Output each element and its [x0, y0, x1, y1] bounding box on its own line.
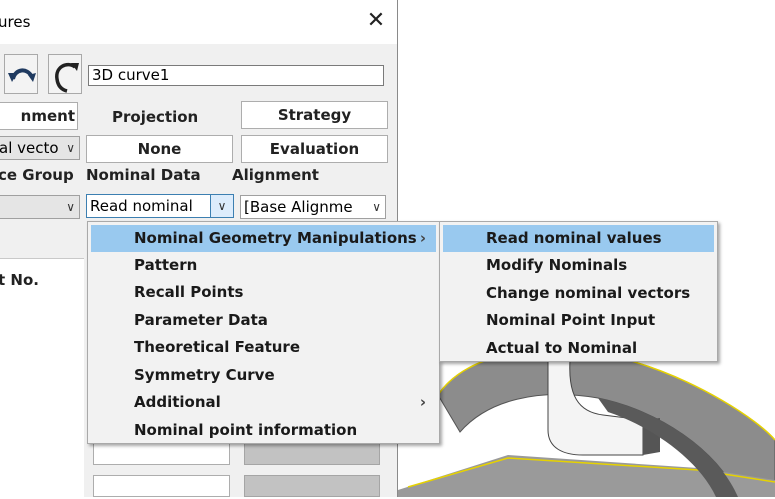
menu-item-label: Theoretical Feature	[134, 338, 301, 356]
menu-item-label: Modify Nominals	[486, 256, 628, 274]
reference-group-combo[interactable]: ∨	[0, 195, 80, 219]
feature-name-input[interactable]: 3D curve1	[88, 65, 384, 86]
menu-item-label: Change nominal vectors	[486, 284, 691, 302]
redo-icon	[55, 62, 79, 93]
projection-label: Projection	[112, 108, 199, 126]
submenu-item-modify-nominals[interactable]: Modify Nominals	[443, 252, 714, 279]
chevron-down-icon: ∨	[210, 195, 233, 217]
submenu-item-change-nominal-vectors[interactable]: Change nominal vectors	[443, 280, 714, 307]
alignment-label: Alignment	[232, 166, 319, 184]
menu-item-additional[interactable]: Additional ›	[91, 389, 436, 416]
dialog-title: ures	[0, 13, 31, 31]
chevron-down-icon: ∨	[66, 200, 75, 214]
menu-item-label: Recall Points	[134, 283, 244, 301]
menu-item-label: Read nominal values	[486, 229, 662, 247]
alignment-button[interactable]: nment	[0, 102, 78, 130]
chevron-right-icon: ›	[419, 393, 426, 411]
point-list-button[interactable]	[244, 443, 380, 465]
nominal-geometry-submenu: Read nominal values Modify Nominals Chan…	[439, 221, 718, 362]
menu-item-label: Pattern	[134, 256, 198, 274]
chevron-down-icon: ∨	[372, 200, 381, 214]
strategy-button[interactable]: Strategy	[241, 101, 388, 129]
submenu-item-read-nominal-values[interactable]: Read nominal values	[443, 225, 714, 252]
undo-icon	[8, 68, 36, 82]
nominal-data-combo[interactable]: Read nominal ∨	[86, 194, 234, 218]
chevron-right-icon: ›	[419, 229, 426, 247]
menu-item-label: Nominal Point Input	[486, 311, 656, 329]
submenu-item-actual-to-nominal[interactable]: Actual to Nominal	[443, 335, 714, 362]
nominal-data-menu: Nominal Geometry Manipulations › Pattern…	[87, 221, 440, 444]
alignment-value: [Base Alignme	[244, 198, 353, 216]
point-list-field[interactable]	[93, 443, 230, 465]
menu-item-label: Additional	[134, 393, 221, 411]
projection-none-button[interactable]: None	[86, 135, 233, 163]
point-list-button[interactable]	[244, 475, 380, 497]
vector-combo-value: al vecto	[0, 139, 59, 157]
undo-button[interactable]	[4, 54, 38, 94]
menu-item-pattern[interactable]: Pattern	[91, 252, 436, 279]
close-icon[interactable]: ✕	[364, 9, 388, 33]
redo-button[interactable]	[48, 54, 82, 94]
point-list-field[interactable]	[93, 475, 230, 497]
point-number-label: t No.	[0, 271, 39, 289]
reference-group-label: ce Group	[0, 166, 74, 184]
dialog-titlebar: ures ✕	[0, 0, 397, 44]
submenu-item-nominal-point-input[interactable]: Nominal Point Input	[443, 307, 714, 334]
nominal-data-value: Read nominal	[90, 197, 193, 215]
nominal-data-label: Nominal Data	[86, 166, 201, 184]
menu-item-nominal-point-information[interactable]: Nominal point information	[91, 417, 436, 444]
vector-combo[interactable]: al vecto ∨	[0, 136, 80, 160]
menu-item-theoretical-feature[interactable]: Theoretical Feature	[91, 334, 436, 361]
menu-item-nominal-geometry-manipulations[interactable]: Nominal Geometry Manipulations ›	[91, 225, 436, 252]
menu-item-label: Nominal Geometry Manipulations	[134, 229, 417, 247]
menu-item-label: Nominal point information	[134, 421, 358, 439]
menu-item-parameter-data[interactable]: Parameter Data	[91, 307, 436, 334]
menu-item-recall-points[interactable]: Recall Points	[91, 279, 436, 306]
alignment-combo[interactable]: [Base Alignme ∨	[240, 195, 386, 219]
evaluation-button[interactable]: Evaluation	[241, 135, 388, 163]
menu-item-label: Actual to Nominal	[486, 339, 638, 357]
menu-item-symmetry-curve[interactable]: Symmetry Curve	[91, 362, 436, 389]
chevron-down-icon: ∨	[66, 141, 75, 155]
menu-item-label: Symmetry Curve	[134, 366, 275, 384]
points-panel: t No.	[0, 258, 84, 499]
menu-item-label: Parameter Data	[134, 311, 268, 329]
